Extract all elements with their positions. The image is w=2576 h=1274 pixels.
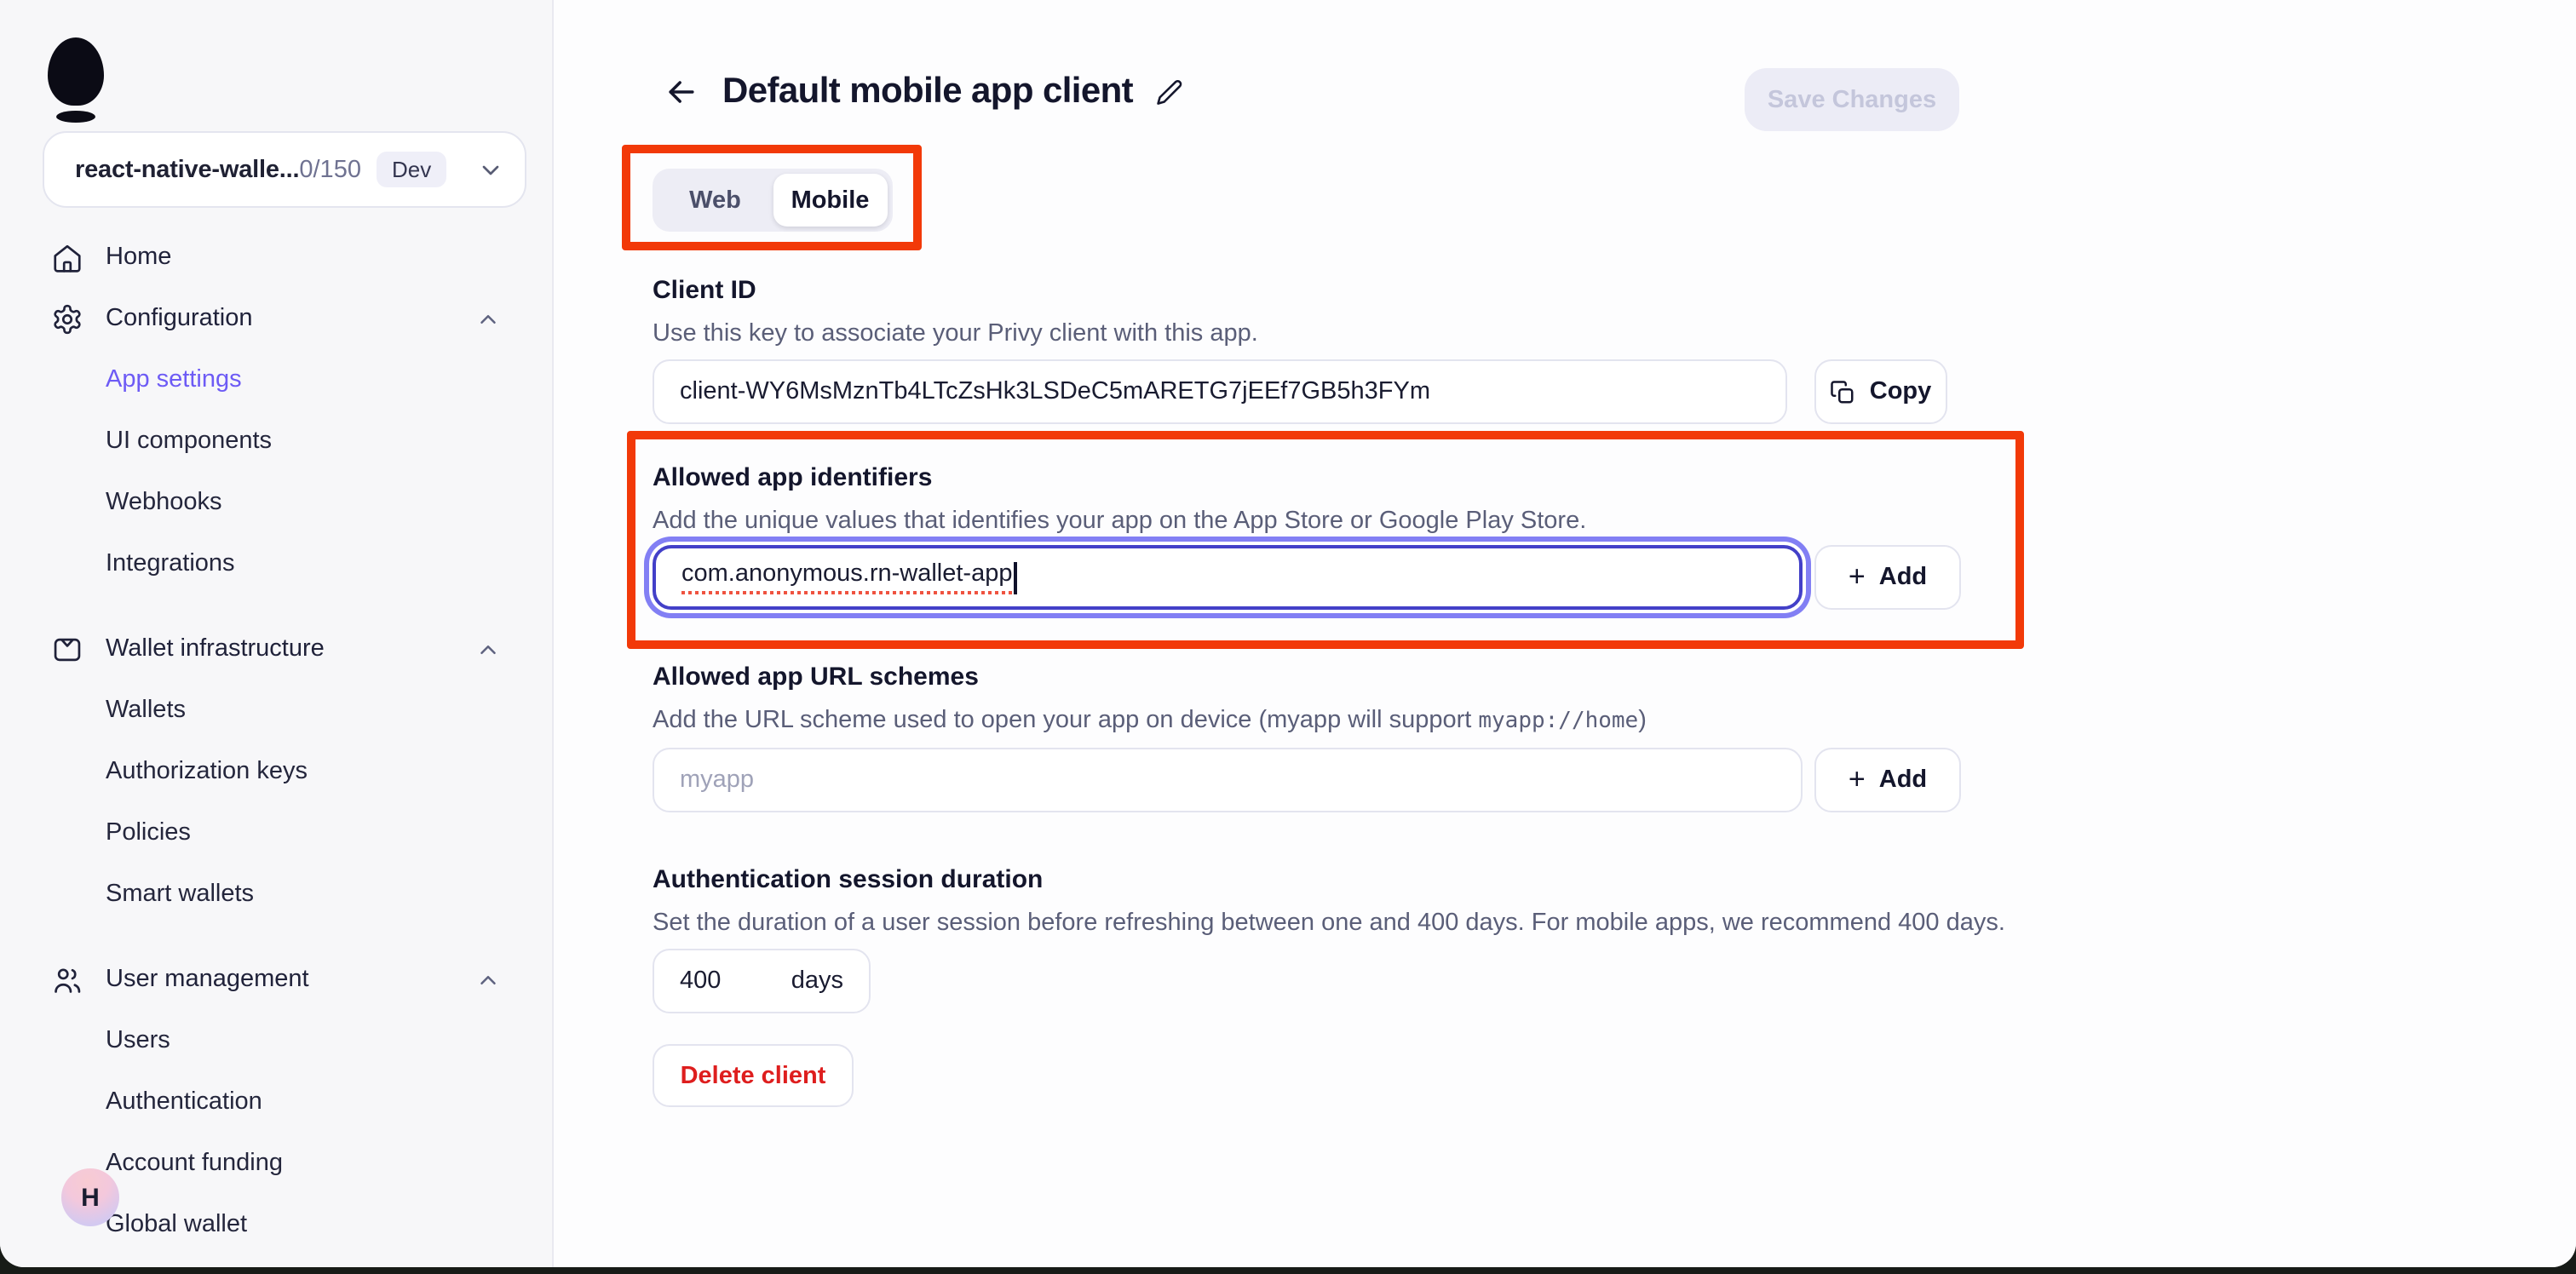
session-duration-label: Authentication session duration (653, 865, 1043, 894)
page-title: Default mobile app client (722, 72, 1133, 112)
plus-icon: + (1849, 561, 1866, 590)
privy-logo-icon (48, 37, 104, 123)
sidebar-item-smart-wallets[interactable]: Smart wallets (0, 864, 552, 925)
sidebar-item-ui-components[interactable]: UI components (0, 410, 552, 472)
sidebar-item-webhooks[interactable]: Webhooks (0, 472, 552, 533)
client-id-description: Use this key to associate your Privy cli… (653, 320, 1258, 347)
page-header: Default mobile app client (663, 72, 1184, 112)
url-scheme-example: myapp://home (1478, 709, 1638, 734)
copy-button-label: Copy (1870, 378, 1932, 405)
project-selector[interactable]: react-native-walle... 0/150 Dev (43, 131, 526, 208)
app-window: react-native-walle... 0/150 Dev Home (0, 0, 2576, 1274)
pencil-icon[interactable] (1155, 77, 1184, 106)
session-duration-unit: days (791, 967, 843, 995)
sidebar-item-label: Home (106, 244, 171, 271)
avatar-initial: H (81, 1183, 100, 1212)
sidebar-item-wallet-infrastructure[interactable]: Wallet infrastructure (0, 618, 552, 680)
sidebar-item-label: UI components (106, 428, 272, 455)
url-scheme-placeholder: myapp (680, 766, 754, 794)
sidebar-item-app-settings[interactable]: App settings (0, 349, 552, 410)
chevron-down-icon (477, 156, 504, 183)
home-icon (49, 241, 83, 273)
tab-mobile[interactable]: Mobile (773, 174, 888, 227)
url-schemes-label: Allowed app URL schemes (653, 663, 979, 692)
sidebar-item-configuration[interactable]: Configuration (0, 288, 552, 349)
sidebar-item-label: Webhooks (106, 489, 222, 516)
logo-dish-shape (56, 111, 95, 123)
copy-button[interactable]: Copy (1814, 359, 1947, 424)
platform-tabs: Web Mobile (653, 169, 893, 232)
logo-egg-shape (48, 37, 104, 106)
session-duration-value: 400 (680, 967, 721, 995)
sidebar-item-home[interactable]: Home (0, 227, 552, 288)
app-identifier-input[interactable]: com.anonymous.rn-wallet-app (653, 545, 1803, 610)
sidebar-item-label: Wallets (106, 697, 186, 724)
gear-icon (49, 302, 83, 335)
allowed-app-identifiers-label: Allowed app identifiers (653, 463, 932, 492)
add-url-scheme-button[interactable]: + Add (1814, 748, 1961, 812)
sidebar-item-label: Authentication (106, 1088, 262, 1116)
user-avatar[interactable]: H (61, 1168, 119, 1226)
dashboard-page: react-native-walle... 0/150 Dev Home (0, 0, 2576, 1267)
sidebar-item-label: Authorization keys (106, 758, 308, 785)
sidebar-item-users[interactable]: Users (0, 1010, 552, 1071)
sidebar-item-label: Configuration (106, 305, 253, 332)
tab-web[interactable]: Web (658, 174, 773, 227)
session-duration-input[interactable]: 400 days (653, 949, 871, 1013)
plus-icon: + (1849, 764, 1866, 793)
users-icon (49, 963, 83, 996)
url-schemes-description: Add the URL scheme used to open your app… (653, 707, 1647, 734)
sidebar-item-label: Wallet infrastructure (106, 635, 325, 663)
chevron-up-icon (475, 306, 501, 331)
sidebar-item-label: User management (106, 966, 309, 993)
text-caret (1014, 561, 1016, 594)
sidebar-item-authentication[interactable]: Authentication (0, 1071, 552, 1133)
sidebar-item-label: Users (106, 1027, 170, 1054)
sidebar-item-label: Account funding (106, 1150, 283, 1177)
copy-icon (1831, 379, 1856, 405)
sidebar-item-integrations[interactable]: Integrations (0, 533, 552, 594)
delete-client-button[interactable]: Delete client (653, 1044, 854, 1107)
url-scheme-input[interactable]: myapp (653, 748, 1803, 812)
sidebar-item-policies[interactable]: Policies (0, 802, 552, 864)
add-button-label: Add (1879, 564, 1927, 591)
nav-group-gap (0, 925, 552, 949)
back-button[interactable] (663, 73, 700, 111)
sidebar-item-label: Global wallet (106, 1211, 247, 1238)
sidebar-item-user-management[interactable]: User management (0, 949, 552, 1010)
chevron-up-icon (475, 967, 501, 992)
allowed-app-identifiers-description: Add the unique values that identifies yo… (653, 508, 1586, 535)
environment-badge: Dev (377, 152, 446, 187)
app-identifier-value: com.anonymous.rn-wallet-app (681, 560, 1012, 594)
chevron-up-icon (475, 636, 501, 662)
sidebar-item-label: App settings (106, 366, 242, 393)
sidebar-item-label: Policies (106, 819, 191, 846)
session-duration-description: Set the duration of a user session befor… (653, 910, 2005, 937)
sidebar-item-label: Smart wallets (106, 881, 254, 908)
add-button-label: Add (1879, 766, 1927, 794)
client-id-input[interactable]: client-WY6MsMznTb4LTcZsHk3LSDeC5mARETG7j… (653, 359, 1787, 424)
sidebar-item-authorization-keys[interactable]: Authorization keys (0, 741, 552, 802)
wallet-icon (49, 633, 83, 665)
nav-group-gap (0, 594, 552, 618)
url-schemes-description-text: Add the URL scheme used to open your app… (653, 707, 1478, 734)
project-name: react-native-walle... (75, 156, 299, 183)
sidebar-nav: Home Configuration App settings UI compo… (0, 227, 552, 1255)
main-content: Default mobile app client Save Changes W… (554, 0, 2576, 1267)
client-id-label: Client ID (653, 276, 756, 305)
sidebar-item-label: Integrations (106, 550, 235, 577)
add-identifier-button[interactable]: + Add (1814, 545, 1961, 610)
project-usage-count: 0/150 (299, 156, 361, 183)
client-id-value: client-WY6MsMznTb4LTcZsHk3LSDeC5mARETG7j… (680, 378, 1430, 405)
sidebar: react-native-walle... 0/150 Dev Home (0, 0, 554, 1267)
sidebar-item-wallets[interactable]: Wallets (0, 680, 552, 741)
save-changes-button[interactable]: Save Changes (1745, 68, 1959, 131)
url-schemes-description-close: ) (1638, 707, 1647, 734)
